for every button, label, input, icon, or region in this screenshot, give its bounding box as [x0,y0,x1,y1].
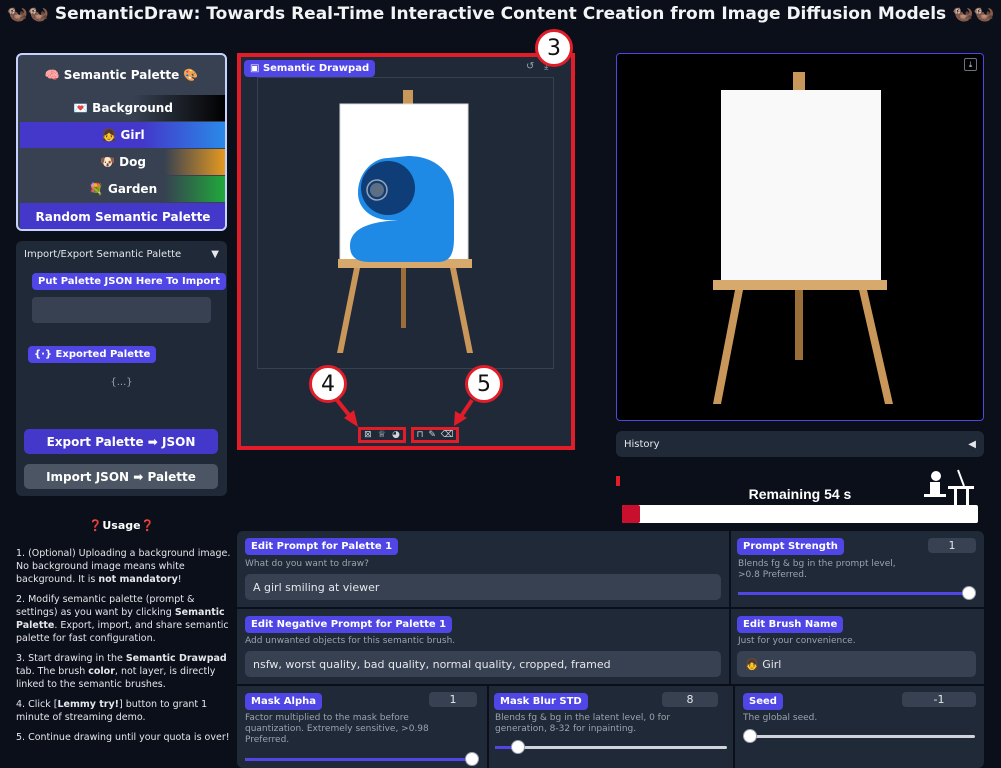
history-accordion[interactable]: History ◀ [616,431,984,457]
mask-alpha-value[interactable]: 1 [429,692,477,707]
mask-blur-hint: Blends fg & bg in the latent level, 0 fo… [495,713,671,734]
seed-slider[interactable] [743,729,975,743]
prompt-strength-value[interactable]: 1 [928,538,976,553]
mask-blur-knob[interactable] [511,740,525,754]
brush-name-label: Edit Brush Name [737,616,844,633]
usage-title: ❓Usage❓ [88,519,155,532]
palette-item-background[interactable]: 💌 Background [20,95,225,121]
usage-step-4: 4. Click [Lemmy try!] button to grant 1 … [16,699,208,723]
otter-icon: 🦦🦦 [6,4,49,24]
mask-blur-slider[interactable] [495,740,727,754]
mask-alpha-hint: Factor multiplied to the mask before qua… [245,713,429,745]
triangle-left-icon: ◀ [968,438,976,450]
page-title: 🦦🦦 SemanticDraw: Towards Real-Time Inter… [0,4,1001,24]
brush-name-hint: Just for your convenience. [738,636,856,646]
brush-icon[interactable]: ♕ [378,430,386,440]
prompt-strength-label: Prompt Strength [737,538,844,555]
palette-color-icon[interactable]: ◕ [392,430,400,440]
import-label: Put Palette JSON Here To Import [32,273,226,290]
prompt-label: Edit Prompt for Palette 1 [245,538,399,555]
edit-tools: ⊓ ✎ ⌫ [411,427,459,443]
canvas-drawing [337,90,473,353]
usage-step-5: 5. Continue drawing until your quota is … [16,732,230,743]
negative-prompt-input[interactable]: nsfw, worst quality, bad quality, normal… [245,651,721,677]
eraser-icon[interactable]: ⌫ [441,430,454,440]
otter-icon: 🦦🦦 [952,4,995,24]
usage-step-1: 1. (Optional) Uploading a background ima… [16,548,231,585]
usage-text: 1. (Optional) Uploading a background ima… [16,547,231,751]
palette-json-input[interactable] [32,297,211,323]
prompt-hint: What do you want to draw? [245,559,369,569]
time-progress-bar [622,505,978,523]
time-progress-fill [622,505,640,523]
upload-image-icon[interactable]: ⊠ [364,430,372,440]
callout-4: 4 [309,365,347,403]
prompt-input[interactable]: A girl smiling at viewer [245,574,721,600]
seed-knob[interactable] [743,729,757,743]
exported-palette-value: {...} [110,377,133,388]
usage-step-3: 3. Start drawing in the Semantic Drawpad… [16,653,227,690]
generated-easel-image [713,72,893,404]
mask-blur-value[interactable]: 8 [662,692,718,707]
title-text: SemanticDraw: Towards Real-Time Interact… [54,4,947,24]
palette-header: 🧠 Semantic Palette 🎨 [44,68,199,82]
image-icon: ▣ [250,63,260,74]
mask-blur-label: Mask Blur STD [494,693,588,710]
import-export-panel: Import/Export Semantic Palette ▼ Put Pal… [16,241,227,496]
seed-value[interactable]: -1 [902,692,976,707]
controls-divider-v2 [487,686,489,768]
brush-name-input[interactable]: 👧 Girl [737,651,976,677]
random-palette-button[interactable]: Random Semantic Palette [20,203,225,229]
palette-item-dog[interactable]: 🐶 Dog [20,149,225,175]
seed-label: Seed [743,693,783,710]
download-output-icon[interactable]: ⤓ [964,58,977,71]
braces-icon: {·} [34,349,53,360]
palette-item-garden[interactable]: 💐 Garden [20,176,225,202]
usage-step-2: 2. Modify semantic palette (prompt & set… [16,594,229,644]
import-export-header[interactable]: Import/Export Semantic Palette ▼ [24,249,219,260]
exported-palette-label: {·} Exported Palette [28,346,157,363]
callout-5: 5 [465,365,503,403]
controls-divider-h2 [237,684,984,686]
negative-prompt-label: Edit Negative Prompt for Palette 1 [245,616,453,633]
palette-item-girl[interactable]: 👧 Girl [20,122,225,148]
remaining-time: Remaining 54 s [748,486,852,502]
semantic-palette: 🧠 Semantic Palette 🎨 💌 Background 👧 Girl… [16,53,227,231]
callout-3: 3 [535,29,573,67]
pen-icon[interactable]: ✎ [428,430,436,440]
mask-alpha-knob[interactable] [465,752,479,766]
prompt-strength-hint: Blends fg & bg in the prompt level, >0.8… [738,559,896,580]
triangle-down-icon: ▼ [211,249,219,260]
timer-indicator [616,476,620,486]
tab-semantic-drawpad[interactable]: ▣ Semantic Drawpad [244,60,376,77]
crop-icon[interactable]: ⊓ [416,430,423,440]
negative-prompt-hint: Add unwanted objects for this semantic b… [245,636,456,646]
prompt-strength-slider[interactable] [738,586,976,600]
mask-alpha-slider[interactable] [245,752,479,766]
seed-hint: The global seed. [743,713,818,723]
mask-alpha-label: Mask Alpha [245,693,322,710]
worker-icon [918,468,978,508]
prompt-strength-knob[interactable] [962,586,976,600]
drawpad-panel: ▣ Semantic Drawpad ↺ ⤓ ⊠ ♕ ◕ ⊓ ✎ ⌫ [237,53,575,450]
controls-divider-h1 [237,607,984,609]
export-palette-button[interactable]: Export Palette ➡ JSON [24,429,218,454]
undo-icon[interactable]: ↺ [526,61,534,72]
controls-divider-v3 [733,686,735,768]
brush-tools: ⊠ ♕ ◕ [358,427,406,443]
import-palette-button[interactable]: Import JSON ➡ Palette [24,464,218,489]
drawing-canvas[interactable] [257,77,554,369]
output-image: ⤓ [616,53,984,421]
